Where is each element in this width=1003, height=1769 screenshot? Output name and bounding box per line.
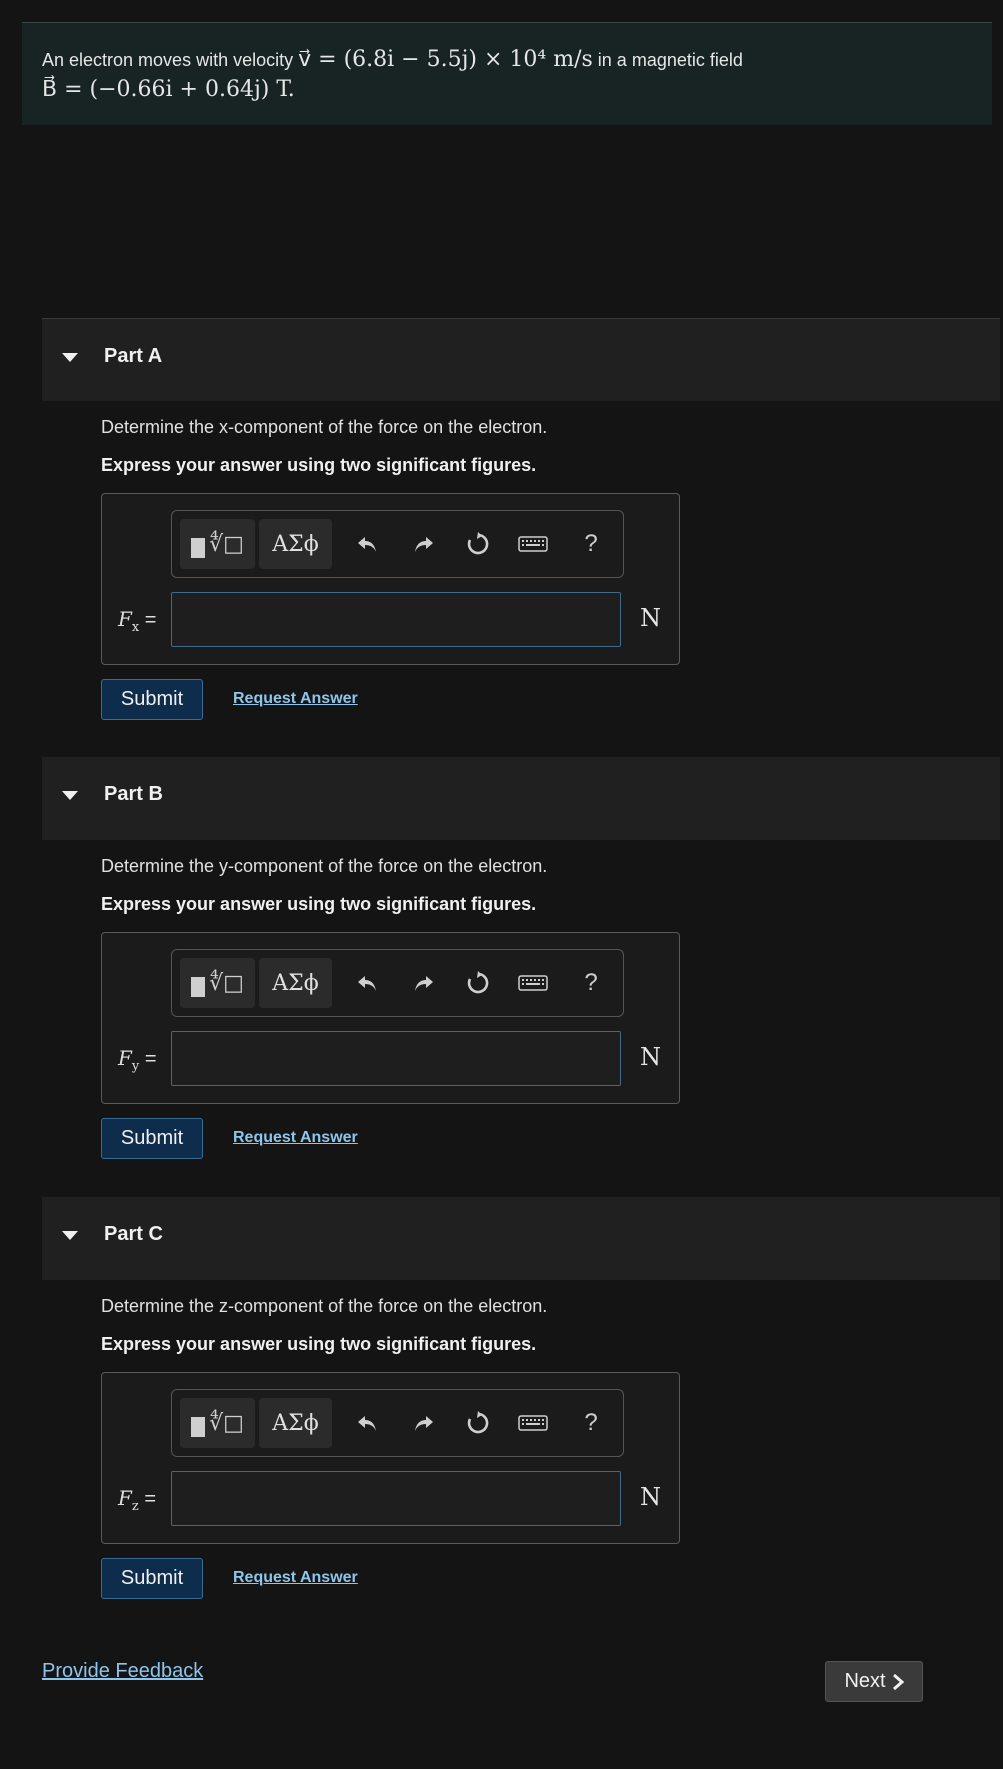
answer-label: Fx =: [118, 607, 157, 635]
problem-suffix: in a magnetic field: [597, 50, 743, 70]
unit-label: N: [640, 1043, 661, 1071]
templates-icon: [191, 538, 206, 558]
answer-input[interactable]: [171, 592, 621, 647]
part-header[interactable]: Part A: [42, 318, 1000, 401]
equals-sign: =: [144, 1048, 157, 1070]
redo-icon[interactable]: [409, 1408, 439, 1438]
keyboard-icon[interactable]: [517, 968, 549, 998]
answer-box: ∜□ ΑΣϕ ? Fx = N: [101, 493, 680, 665]
submit-button[interactable]: Submit: [101, 679, 203, 720]
radical-icon: ∜□: [209, 531, 244, 557]
part-prompt: Determine the x-component of the force o…: [101, 417, 548, 437]
equals-sign: =: [144, 609, 157, 631]
radical-icon: ∜□: [209, 1410, 244, 1436]
part-instruction: Express your answer using two significan…: [101, 1334, 537, 1354]
field-expression: B⃗ = (−0.66i + 0.64j) T.: [42, 77, 295, 102]
answer-subscript: x: [131, 620, 140, 635]
answer-box: ∜□ ΑΣϕ ? Fy = N: [101, 932, 680, 1104]
next-button[interactable]: Next: [825, 1661, 923, 1702]
answer-input[interactable]: [171, 1031, 621, 1086]
reset-icon[interactable]: [463, 529, 493, 559]
templates-icon: [191, 1417, 206, 1437]
part-instruction: Express your answer using two significan…: [101, 455, 537, 475]
submit-button[interactable]: Submit: [101, 1118, 203, 1159]
answer-box: ∜□ ΑΣϕ ? Fz = N: [101, 1372, 680, 1544]
radical-icon: ∜□: [209, 970, 244, 996]
caret-down-icon: [62, 353, 78, 362]
symbols-button[interactable]: ΑΣϕ: [259, 958, 332, 1008]
answer-label: Fy =: [118, 1046, 157, 1074]
templates-button[interactable]: ∜□: [180, 519, 255, 569]
undo-icon[interactable]: [352, 968, 382, 998]
part-instruction: Express your answer using two significan…: [101, 894, 537, 914]
provide-feedback-link[interactable]: Provide Feedback: [42, 1660, 203, 1683]
answer-input[interactable]: [171, 1471, 621, 1526]
redo-icon[interactable]: [409, 529, 439, 559]
answer-variable: F: [118, 1046, 132, 1070]
math-toolbar: ∜□ ΑΣϕ ?: [171, 949, 624, 1017]
symbols-button[interactable]: ΑΣϕ: [259, 519, 332, 569]
keyboard-icon[interactable]: [517, 1408, 549, 1438]
part-title: Part A: [104, 345, 163, 367]
problem-statement: An electron moves with velocity v⃗ = (6.…: [22, 22, 992, 125]
problem-line-1: An electron moves with velocity v⃗ = (6.…: [42, 45, 972, 75]
equals-sign: =: [144, 1488, 156, 1510]
request-answer-link[interactable]: Request Answer: [233, 690, 358, 708]
unit-label: N: [640, 1483, 661, 1511]
part-header[interactable]: Part B: [42, 757, 1000, 840]
velocity-expression: v⃗ = (6.8i − 5.5j) × 10⁴ m/s: [298, 47, 593, 72]
part-title: Part B: [104, 783, 163, 805]
request-answer-link[interactable]: Request Answer: [233, 1129, 358, 1147]
help-icon[interactable]: ?: [576, 529, 606, 559]
help-icon[interactable]: ?: [576, 1408, 606, 1438]
templates-button[interactable]: ∜□: [180, 1398, 255, 1448]
undo-icon[interactable]: [352, 1408, 382, 1438]
symbols-button[interactable]: ΑΣϕ: [259, 1398, 332, 1448]
part-header[interactable]: Part C: [42, 1197, 1000, 1280]
keyboard-icon[interactable]: [517, 529, 549, 559]
part-title: Part C: [104, 1223, 163, 1245]
templates-button[interactable]: ∜□: [180, 958, 255, 1008]
templates-icon: [191, 977, 206, 997]
answer-label: Fz =: [118, 1486, 156, 1514]
answer-subscript: y: [131, 1059, 140, 1074]
unit-label: N: [640, 604, 661, 632]
redo-icon[interactable]: [409, 968, 439, 998]
undo-icon[interactable]: [352, 529, 382, 559]
math-toolbar: ∜□ ΑΣϕ ?: [171, 1389, 624, 1457]
help-icon[interactable]: ?: [576, 968, 606, 998]
reset-icon[interactable]: [463, 968, 493, 998]
answer-subscript: z: [131, 1499, 139, 1514]
caret-down-icon: [62, 1231, 78, 1240]
answer-variable: F: [118, 607, 132, 631]
caret-down-icon: [62, 791, 78, 800]
part-prompt: Determine the y-component of the force o…: [101, 856, 548, 876]
submit-button[interactable]: Submit: [101, 1558, 203, 1599]
answer-variable: F: [118, 1486, 132, 1510]
chevron-right-icon: [892, 1673, 904, 1690]
problem-prefix: An electron moves with velocity: [42, 50, 294, 70]
problem-line-2: B⃗ = (−0.66i + 0.64j) T.: [42, 75, 972, 105]
math-toolbar: ∜□ ΑΣϕ ?: [171, 510, 624, 578]
request-answer-link[interactable]: Request Answer: [233, 1569, 358, 1587]
reset-icon[interactable]: [463, 1408, 493, 1438]
next-label: Next: [844, 1670, 886, 1692]
part-prompt: Determine the z-component of the force o…: [101, 1296, 548, 1316]
